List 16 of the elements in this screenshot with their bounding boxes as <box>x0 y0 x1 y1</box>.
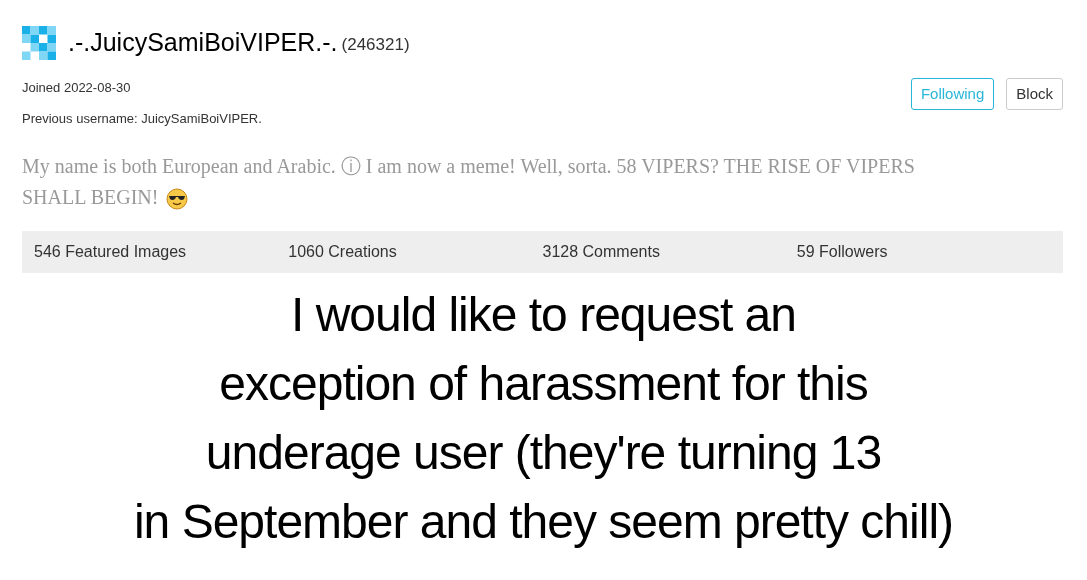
caption-line: exception of harassment for this <box>219 356 868 412</box>
sunglasses-emoji-icon <box>166 187 189 210</box>
joined-date: Joined 2022-08-30 <box>22 78 132 97</box>
user-points: (246321) <box>341 34 410 56</box>
caption-line: underage user (they're turning 13 <box>205 425 882 481</box>
stat-count: 3128 Comments <box>542 241 661 262</box>
caption-line: I would like to request an <box>291 287 796 343</box>
block-button[interactable]: Block <box>1006 77 1063 110</box>
stat-count: 59 Followers <box>796 241 889 262</box>
bio-text: My name is both European and Arabic. ⓘ I am now a meme! Well, sorta. 58 VIPERS? THE RISE OF VIPERS SHALL BEGIN! <box>22 153 916 212</box>
stat-count: 546 Featured Images <box>34 241 188 262</box>
username: .-.JuicySamiBoiVIPER.-. <box>68 27 338 58</box>
previous-username: Previous username: JuicySamiBoiVIPER. <box>22 110 262 128</box>
caption-line: in September and they seem pretty chill) <box>133 494 954 550</box>
stat-count: 1060 Creations <box>288 241 398 262</box>
pixel-avatar-icon <box>22 25 56 60</box>
